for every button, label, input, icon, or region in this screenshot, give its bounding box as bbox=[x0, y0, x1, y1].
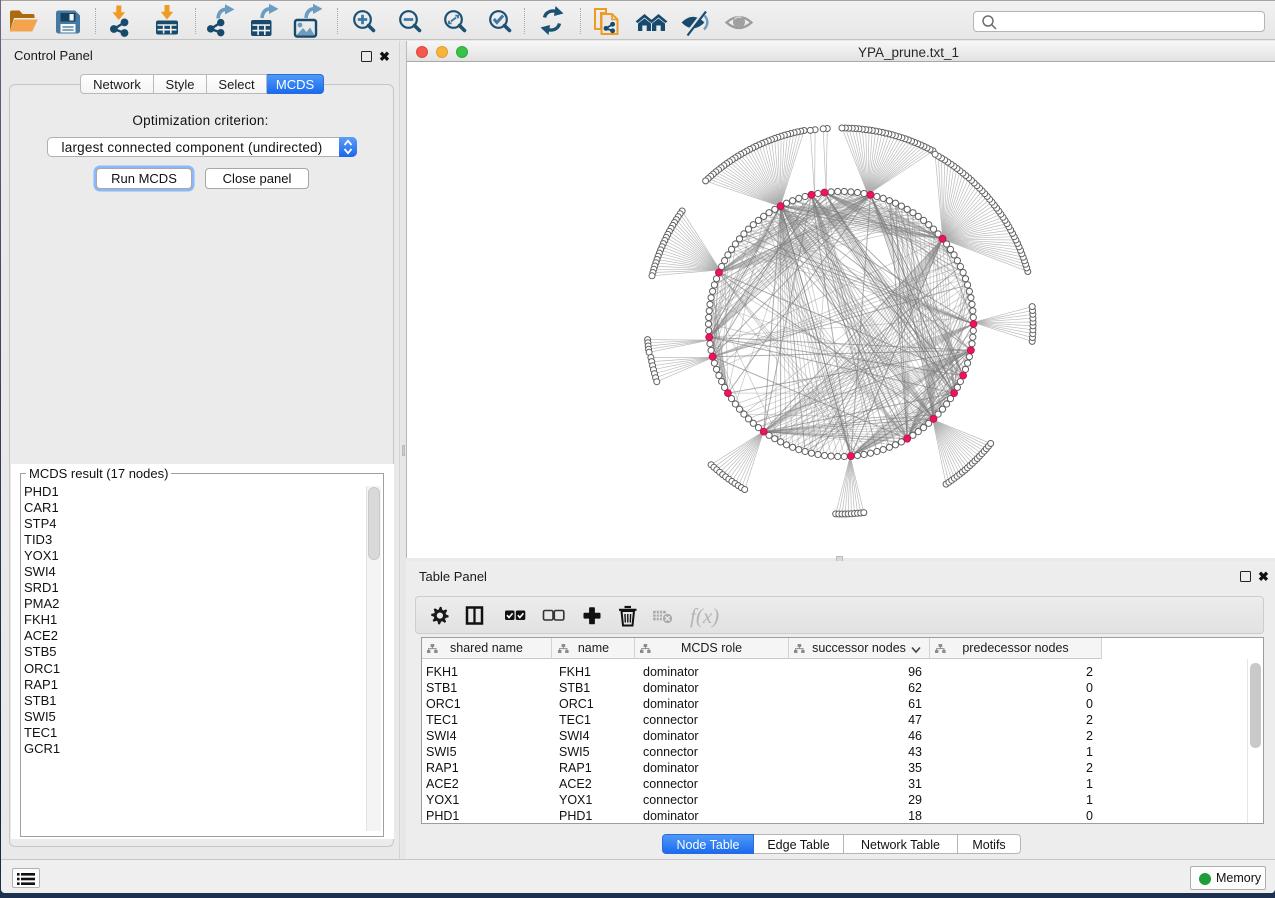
svg-text:f(x): f(x) bbox=[690, 604, 719, 628]
